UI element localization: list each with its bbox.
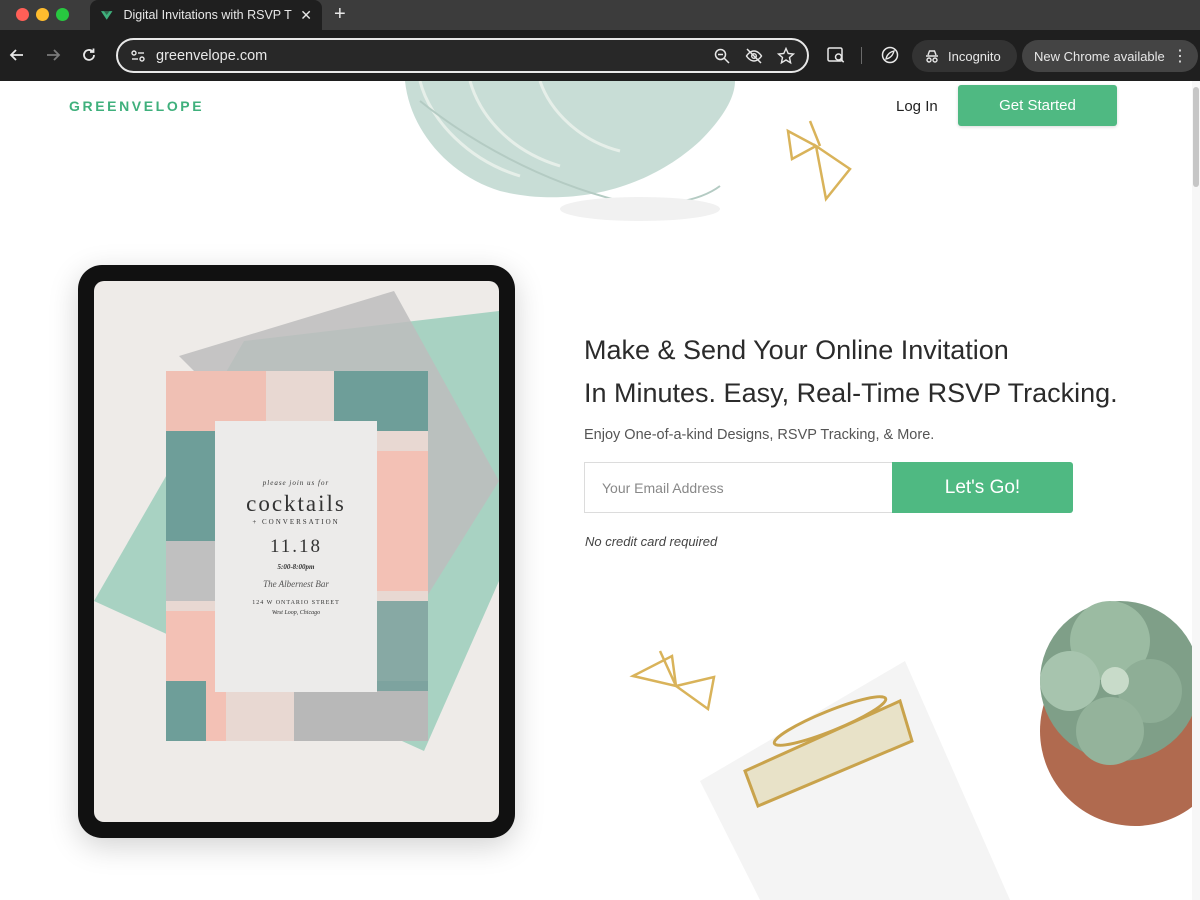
greenvelope-favicon-icon bbox=[100, 11, 113, 20]
eye-off-icon[interactable] bbox=[745, 47, 763, 65]
incognito-label: Incognito bbox=[948, 48, 1001, 64]
page-viewport: GREENVELOPE Log In Get Started please jo… bbox=[0, 81, 1200, 900]
tab-close-icon[interactable]: ✕ bbox=[300, 8, 312, 22]
incognito-indicator[interactable]: Incognito bbox=[912, 40, 1017, 72]
get-started-button[interactable]: Get Started bbox=[958, 85, 1117, 126]
chrome-update-button[interactable]: New Chrome available ⋮ bbox=[1022, 40, 1198, 72]
bow-clip-bottom bbox=[629, 650, 716, 712]
invite-subtitle: + CONVERSATION bbox=[252, 518, 340, 526]
forward-button[interactable] bbox=[42, 44, 64, 66]
invite-venue: The Albernest Bar bbox=[263, 579, 329, 589]
window-close-button[interactable] bbox=[16, 8, 29, 21]
reading-list-icon[interactable] bbox=[826, 45, 846, 65]
invite-title: cocktails bbox=[246, 491, 346, 516]
bookmark-star-icon[interactable] bbox=[777, 46, 795, 65]
hero-headline-line2: In Minutes. Easy, Real-Time RSVP Trackin… bbox=[584, 378, 1118, 408]
lets-go-button[interactable]: Let's Go! bbox=[892, 462, 1073, 513]
tablet-screen: please join us for cocktails + CONVERSAT… bbox=[94, 281, 499, 822]
new-tab-button[interactable]: + bbox=[334, 4, 346, 24]
hero-subline: Enjoy One-of-a-kind Designs, RSVP Tracki… bbox=[584, 427, 935, 443]
succulent-illustration bbox=[1040, 601, 1200, 826]
reload-button[interactable] bbox=[78, 44, 100, 66]
window-minimize-button[interactable] bbox=[36, 8, 49, 21]
no-credit-card-note: No credit card required bbox=[585, 534, 718, 549]
reload-icon bbox=[83, 48, 95, 61]
email-input[interactable] bbox=[584, 462, 892, 513]
menu-dots-icon[interactable]: ⋮ bbox=[1172, 46, 1188, 66]
browser-tab[interactable]: Digital Invitations with RSVP T ✕ bbox=[90, 0, 322, 30]
invite-address: 124 W ONTARIO STREET bbox=[252, 600, 340, 606]
url-text[interactable]: greenvelope.com bbox=[156, 48, 699, 64]
invite-intro: please join us for bbox=[262, 479, 330, 487]
zoom-icon[interactable] bbox=[713, 47, 731, 65]
chrome-update-label: New Chrome available bbox=[1034, 48, 1165, 64]
clipboard-illustration bbox=[700, 661, 1010, 900]
invite-date: 11.18 bbox=[269, 536, 323, 557]
address-bar[interactable]: greenvelope.com bbox=[116, 38, 809, 73]
tab-title: Digital Invitations with RSVP T bbox=[123, 8, 292, 22]
arrow-left-icon bbox=[9, 49, 23, 61]
scrollbar-thumb[interactable] bbox=[1193, 87, 1199, 187]
arrow-right-icon bbox=[47, 49, 61, 61]
greenvelope-logo[interactable]: GREENVELOPE bbox=[69, 98, 204, 114]
page-scrollbar[interactable] bbox=[1192, 81, 1200, 900]
hero-headline-line1: Make & Send Your Online Invitation bbox=[584, 335, 1009, 365]
tablet-mockup: please join us for cocktails + CONVERSAT… bbox=[78, 265, 515, 838]
incognito-icon bbox=[926, 50, 938, 63]
invite-time: 5:00-8:00pm bbox=[277, 563, 315, 571]
site-info-icon[interactable] bbox=[130, 48, 146, 64]
invite-city: West Loop, Chicago bbox=[271, 610, 321, 616]
back-button[interactable] bbox=[6, 44, 28, 66]
extension-leaf-icon[interactable] bbox=[880, 45, 900, 65]
login-link[interactable]: Log In bbox=[896, 98, 938, 115]
bow-clip-top bbox=[786, 120, 852, 202]
leaf-illustration bbox=[405, 81, 735, 221]
signup-form: Let's Go! bbox=[584, 462, 1073, 513]
toolbar-separator bbox=[861, 47, 862, 64]
browser-toolbar: greenvelope.com Incognito New Chrome ava… bbox=[0, 30, 1200, 81]
invitation-card: please join us for cocktails + CONVERSAT… bbox=[215, 421, 377, 692]
tab-strip: Digital Invitations with RSVP T ✕ + bbox=[0, 0, 1200, 30]
hero-headline: Make & Send Your Online Invitation In Mi… bbox=[584, 329, 1144, 415]
window-zoom-button[interactable] bbox=[56, 8, 69, 21]
